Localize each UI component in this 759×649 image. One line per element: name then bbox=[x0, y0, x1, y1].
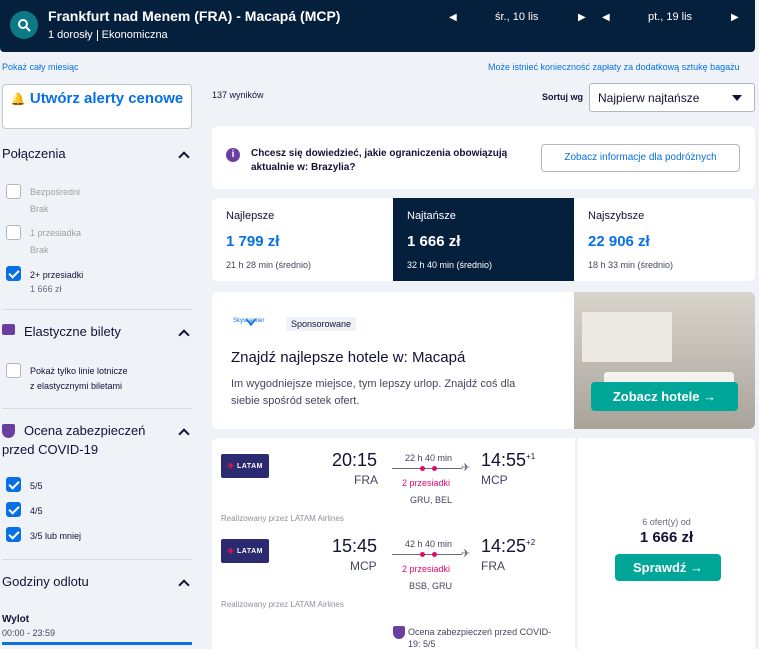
filter-direct-checkbox[interactable] bbox=[6, 184, 21, 199]
covid-rating-title[interactable]: Ocena zabezpieczeń bbox=[24, 423, 145, 438]
flexible-tickets-title[interactable]: Elastyczne bilety bbox=[24, 324, 121, 339]
flexible-only-checkbox[interactable] bbox=[6, 363, 21, 378]
filter-one-stop-price: Brak bbox=[30, 245, 49, 255]
plane-icon: ✈ bbox=[461, 462, 471, 474]
filter-direct-label: Bezpośredni bbox=[30, 187, 81, 197]
connections-filter-title[interactable]: Połączenia bbox=[2, 146, 66, 161]
departure-range: 00:00 - 23:59 bbox=[2, 628, 56, 638]
chevron-up-icon[interactable] bbox=[178, 579, 190, 591]
price-panel: 6 ofert(y) od 1 666 zł Sprawdź → bbox=[578, 438, 755, 649]
arrow-right-icon: → bbox=[703, 389, 717, 404]
results-count: 137 wyników bbox=[212, 90, 264, 100]
depart-next-arrow-icon[interactable]: ▶ bbox=[578, 12, 586, 23]
passenger-count: 1 dorosły bbox=[48, 29, 93, 41]
covid-3-checkbox[interactable] bbox=[6, 527, 21, 542]
divider bbox=[2, 309, 192, 310]
plane-icon: ✈ bbox=[461, 548, 471, 560]
filter-one-stop-checkbox[interactable] bbox=[6, 225, 21, 240]
ad-title: Znajdź najlepsze hotele w: Macapá bbox=[231, 349, 466, 366]
tab-best[interactable]: Najlepsze 1 799 zł 21 h 28 min (średnio) bbox=[212, 198, 393, 281]
chevron-up-icon[interactable] bbox=[178, 329, 190, 341]
hotel-ad-card[interactable]: Skyscanner Sponsorowane Znajdź najlepsze… bbox=[212, 292, 755, 429]
tab-fastest[interactable]: Najszybsze 22 906 zł 18 h 33 min (średni… bbox=[574, 198, 755, 281]
divider bbox=[2, 408, 192, 409]
filter-direct-price: Brak bbox=[30, 204, 49, 214]
departure-times-title[interactable]: Godziny odlotu bbox=[2, 574, 89, 589]
departure-slider[interactable] bbox=[2, 642, 192, 645]
covid-rating-title-line2: przed COVID-19 bbox=[2, 442, 99, 457]
search-summary-header[interactable]: Frankfurt nad Menem (FRA) - Macapá (MCP)… bbox=[0, 0, 755, 52]
latam-logo: ✈ LATAM bbox=[221, 454, 269, 478]
sponsored-badge: Sponsorowane bbox=[286, 317, 357, 331]
offers-count: 6 ofert(y) od bbox=[642, 517, 691, 527]
ticket-icon bbox=[2, 324, 15, 335]
info-icon: i bbox=[226, 148, 240, 162]
covid-4-checkbox[interactable] bbox=[6, 502, 21, 517]
shield-icon bbox=[393, 626, 405, 639]
flexible-only-label: Pokaż tylko linie lotnicze bbox=[30, 366, 128, 376]
search-icon[interactable] bbox=[10, 11, 38, 39]
flexible-only-label-line2: z elastycznymi biletami bbox=[30, 381, 123, 391]
see-hotels-button[interactable]: Zobacz hotele → bbox=[591, 382, 738, 411]
show-whole-month-link[interactable]: Pokaż cały miesiąc bbox=[2, 62, 79, 72]
return-date[interactable]: pt., 19 lis bbox=[648, 11, 692, 23]
flight-price: 1 666 zł bbox=[639, 529, 694, 546]
caret-down-icon bbox=[732, 95, 742, 101]
covid-4-label: 4/5 bbox=[30, 506, 43, 516]
chevron-up-icon[interactable] bbox=[178, 428, 190, 440]
bell-icon: 🔔 bbox=[10, 92, 26, 106]
divider bbox=[2, 559, 192, 560]
covid-3-label: 3/5 lub mniej bbox=[30, 531, 82, 541]
create-price-alert-button[interactable]: 🔔 Utwórz alerty cenowe bbox=[2, 84, 192, 129]
depart-date[interactable]: śr., 10 lis bbox=[495, 11, 538, 23]
return-prev-arrow-icon[interactable]: ◀ bbox=[602, 12, 610, 23]
traveller-info-button[interactable]: Zobacz informacje dla podróżnych bbox=[541, 144, 740, 172]
filter-one-stop-label: 1 przesiadka bbox=[30, 228, 82, 238]
covid-5-label: 5/5 bbox=[30, 481, 43, 491]
depart-prev-arrow-icon[interactable]: ◀ bbox=[449, 12, 457, 23]
covid-info-card: i Chcesz się dowiedzieć, jakie ogranicze… bbox=[212, 126, 755, 189]
covid-5-checkbox[interactable] bbox=[6, 477, 21, 492]
shield-icon bbox=[2, 424, 15, 438]
chevron-up-icon[interactable] bbox=[178, 151, 190, 163]
sort-label: Sortuj wg bbox=[542, 92, 583, 102]
sort-select[interactable]: Najpierw najtańsze bbox=[589, 83, 755, 112]
tab-cheapest[interactable]: Najtańsze 1 666 zł 32 h 40 min (średnio) bbox=[393, 198, 574, 281]
bag-fee-link[interactable]: Może istnieć konieczność zapłaty za doda… bbox=[488, 62, 740, 72]
return-next-arrow-icon[interactable]: ▶ bbox=[731, 12, 739, 23]
departure-label: Wylot bbox=[2, 614, 30, 625]
latam-logo: ✈ LATAM bbox=[221, 539, 269, 563]
route-title: Frankfurt nad Menem (FRA) - Macapá (MCP) bbox=[48, 8, 341, 24]
flight-itinerary-card[interactable]: ✈ LATAM 20:15 FRA 22 h 40 min ✈ 2 przesia… bbox=[212, 438, 575, 649]
arrow-right-icon: → bbox=[690, 560, 704, 575]
filter-two-plus-stops-checkbox[interactable] bbox=[6, 266, 21, 281]
filter-two-plus-label: 2+ przesiadki bbox=[30, 270, 84, 280]
cabin-class: Ekonomiczna bbox=[101, 29, 168, 41]
filter-two-plus-price: 1 666 zł bbox=[30, 284, 62, 294]
select-flight-button[interactable]: Sprawdź → bbox=[615, 554, 721, 581]
